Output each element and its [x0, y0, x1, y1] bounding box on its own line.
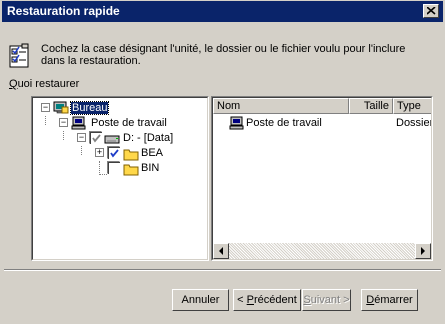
cancel-button[interactable]: Annuler — [172, 289, 229, 311]
folder-icon — [123, 164, 139, 176]
file-list[interactable]: Nom Taille Type Poste de travail Dossier — [211, 96, 433, 261]
folder-icon — [123, 149, 139, 161]
arrow-right-icon — [421, 247, 425, 255]
close-button[interactable] — [423, 4, 439, 18]
bin-checkbox[interactable] — [107, 161, 120, 174]
close-icon — [427, 7, 436, 15]
tree-node-label[interactable]: D: - [Data] — [123, 132, 173, 144]
expand-icon[interactable]: + — [95, 148, 104, 157]
tree-node-label[interactable]: BEA — [141, 147, 163, 159]
start-button[interactable]: Démarrer — [361, 289, 418, 311]
drive-d-checkbox[interactable] — [89, 131, 102, 144]
quick-restore-dialog: Restauration rapide Cochez la case désig… — [0, 0, 445, 324]
list-cell-name: Poste de travail — [246, 117, 322, 129]
what-to-restore-label: Quoi restaurer — [9, 78, 79, 90]
arrow-left-icon — [219, 247, 223, 255]
computer-icon — [71, 116, 86, 130]
column-header-size[interactable]: Taille — [349, 98, 393, 114]
scroll-left-button[interactable] — [213, 243, 229, 259]
tree-connector — [81, 146, 82, 155]
separator — [4, 269, 441, 271]
previous-button[interactable]: < Précédent — [233, 289, 301, 311]
next-mnemonic: S — [303, 293, 311, 306]
restore-checklist-icon — [9, 43, 29, 68]
tree-node-label[interactable]: BIN — [141, 162, 159, 174]
tree-connector — [99, 161, 100, 175]
what-label-rest: uoi restaurer — [17, 78, 80, 90]
drive-icon — [104, 135, 120, 144]
next-rest: uivant > — [310, 293, 350, 306]
tree-node-label[interactable]: Poste de travail — [91, 117, 167, 129]
previous-prefix: < — [237, 293, 247, 306]
list-cell-type: Dossier — [396, 117, 432, 129]
what-label-mnemonic: Q — [9, 78, 18, 90]
computer-icon — [229, 116, 244, 130]
previous-mnemonic: P — [246, 293, 254, 306]
column-header-name[interactable]: Nom — [213, 98, 349, 114]
scroll-right-button[interactable] — [415, 243, 431, 259]
collapse-icon[interactable]: − — [77, 133, 86, 142]
folder-tree[interactable]: − Bureau − Poste de travail − D: - [Data… — [31, 96, 209, 261]
next-button[interactable]: Suivant > — [302, 289, 351, 311]
window-title: Restauration rapide — [7, 4, 120, 18]
collapse-icon[interactable]: − — [59, 118, 68, 127]
tree-node-label[interactable]: Bureau — [69, 101, 110, 115]
collapse-icon[interactable]: − — [41, 103, 50, 112]
tree-connector — [99, 174, 107, 175]
instructions-text: Cochez la case désignant l'unité, le dos… — [41, 43, 406, 67]
start-rest: émarrer — [374, 293, 413, 306]
tree-connector — [63, 131, 64, 140]
bea-checkbox[interactable] — [107, 146, 120, 159]
tree-connector — [45, 116, 46, 125]
desktop-icon — [53, 101, 69, 114]
horizontal-scrollbar[interactable] — [213, 243, 431, 259]
previous-rest: récédent — [254, 293, 297, 306]
title-bar[interactable]: Restauration rapide — [2, 1, 443, 22]
column-header-type[interactable]: Type — [393, 98, 431, 114]
